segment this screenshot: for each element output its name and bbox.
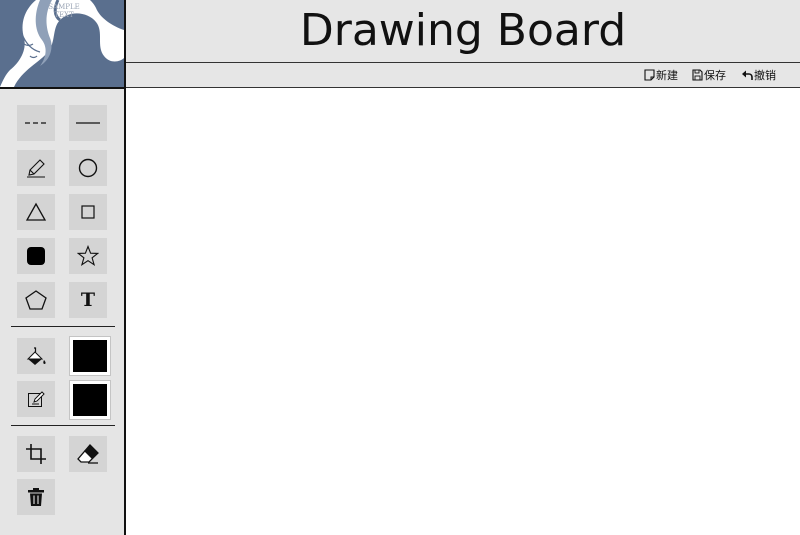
trash-icon: [28, 488, 44, 506]
app-logo: SAMPLE TEXT: [0, 0, 124, 89]
new-button-label: 新建: [656, 69, 678, 82]
eraser-tool[interactable]: [69, 436, 107, 472]
paint-bucket-icon: [26, 347, 46, 365]
triangle-icon: [25, 202, 47, 221]
star-icon: [77, 245, 99, 266]
clear-tool[interactable]: [17, 479, 55, 515]
text-tool[interactable]: T: [69, 282, 107, 318]
crop-tool[interactable]: [17, 436, 55, 472]
new-button[interactable]: 新建: [644, 67, 678, 83]
action-bar: 新建 保存 撤销: [126, 63, 800, 88]
undo-button[interactable]: 撤销: [741, 67, 776, 83]
logo-text: SAMPLE TEXT: [48, 3, 80, 19]
polygon-tool[interactable]: [17, 282, 55, 318]
crop-icon: [26, 444, 46, 464]
drawing-canvas[interactable]: [126, 89, 800, 535]
dashed-line-icon: [25, 122, 47, 124]
tool-separator: [11, 326, 115, 327]
pencil-tool[interactable]: [17, 150, 55, 186]
fill-color-swatch[interactable]: [69, 336, 111, 376]
fill-bucket-tool[interactable]: [17, 338, 55, 374]
stroke-color-value: [73, 384, 107, 416]
rectangle-tool[interactable]: [69, 194, 107, 230]
fill-color-value: [73, 340, 107, 372]
dashed-line-tool[interactable]: [17, 105, 55, 141]
undo-button-label: 撤销: [754, 69, 776, 82]
square-icon: [81, 205, 95, 219]
tool-separator: [11, 425, 115, 426]
solid-line-tool[interactable]: [69, 105, 107, 141]
edit-pen-icon: [28, 391, 45, 407]
undo-icon: [742, 70, 753, 80]
ellipse-tool[interactable]: [69, 150, 107, 186]
triangle-tool[interactable]: [17, 194, 55, 230]
stroke-color-swatch[interactable]: [69, 380, 111, 420]
stroke-edit-tool[interactable]: [17, 381, 55, 417]
text-icon: T: [80, 289, 96, 311]
eraser-icon: [77, 444, 99, 464]
save-icon: [692, 69, 703, 81]
new-file-icon: [644, 69, 655, 81]
solid-line-icon: [76, 122, 100, 124]
pentagon-icon: [25, 290, 47, 310]
save-button-label: 保存: [704, 69, 726, 82]
rounded-rect-tool[interactable]: [17, 238, 55, 274]
page-title: Drawing Board: [299, 5, 627, 56]
tool-sidebar: SAMPLE TEXT T: [0, 0, 126, 535]
pencil-icon: [27, 159, 45, 178]
circle-icon: [78, 158, 98, 178]
rounded-square-icon: [27, 247, 45, 265]
save-button[interactable]: 保存: [692, 67, 726, 83]
star-tool[interactable]: [69, 238, 107, 274]
title-bar: Drawing Board: [126, 0, 800, 63]
